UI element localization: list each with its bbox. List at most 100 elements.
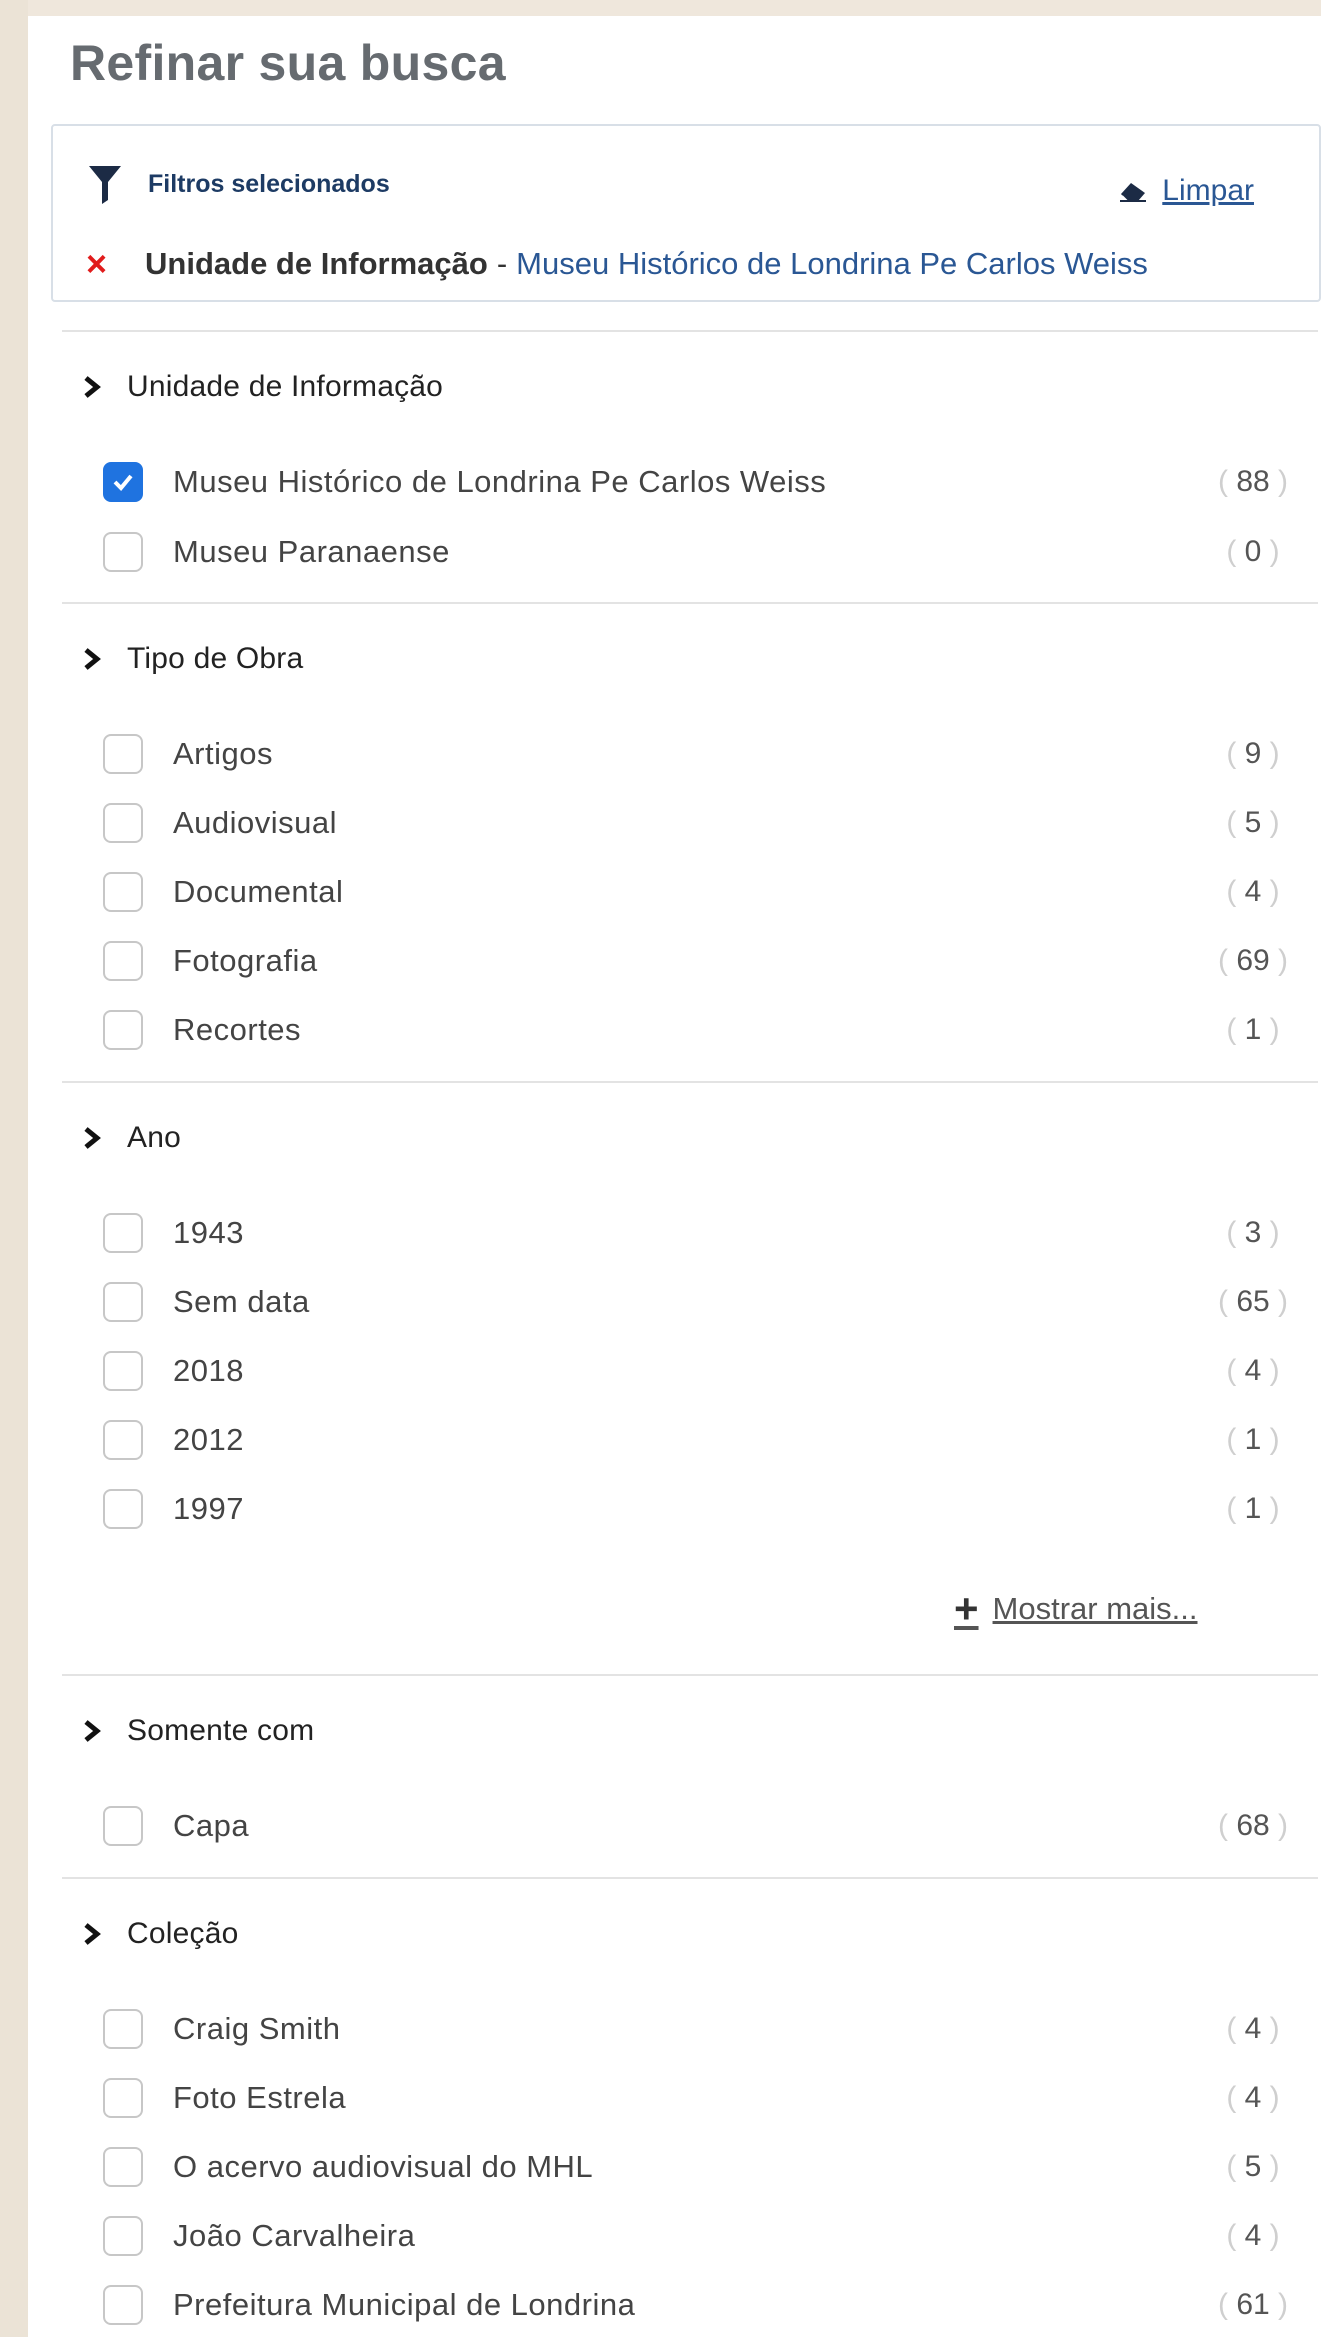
option-label: Foto Estrela	[173, 2080, 347, 2115]
facet-option[interactable]: O acervo audiovisual do MHL ( 5 )	[103, 2145, 1293, 2189]
checkbox[interactable]	[103, 2147, 143, 2187]
top-strip	[0, 0, 1321, 16]
facet-option[interactable]: Audiovisual ( 5 )	[103, 801, 1293, 845]
option-count: ( 5 )	[1226, 806, 1280, 839]
option-count: ( 4 )	[1226, 2219, 1280, 2252]
facet-option[interactable]: Prefeitura Municipal de Londrina ( 61 )	[103, 2283, 1293, 2327]
checkbox[interactable]	[103, 1806, 143, 1846]
option-label: Fotografia	[173, 943, 318, 978]
option-label: Artigos	[173, 736, 273, 771]
facet-option[interactable]: 1943 ( 3 )	[103, 1211, 1293, 1255]
chevron-right-icon	[84, 376, 101, 398]
chevron-right-icon	[84, 1127, 101, 1149]
option-count: ( 4 )	[1226, 2081, 1280, 2114]
checkbox[interactable]	[103, 532, 143, 572]
option-count: ( 68 )	[1217, 1809, 1289, 1842]
option-count: ( 69 )	[1217, 944, 1289, 977]
option-label: Craig Smith	[173, 2011, 341, 2046]
facet-option[interactable]: Fotografia ( 69 )	[103, 939, 1293, 983]
facet-header-tipo[interactable]: Tipo de Obra	[83, 642, 303, 676]
option-label: 2018	[173, 1353, 244, 1388]
divider	[62, 1877, 1318, 1879]
facet-option[interactable]: 2018 ( 4 )	[103, 1349, 1293, 1393]
chevron-right-icon	[84, 1923, 101, 1945]
facet-option[interactable]: Foto Estrela ( 4 )	[103, 2076, 1293, 2120]
facet-title: Somente com	[127, 1714, 315, 1747]
facet-option[interactable]: Artigos ( 9 )	[103, 732, 1293, 776]
chip-separator: -	[496, 246, 508, 281]
checkbox[interactable]	[103, 734, 143, 774]
show-more-link[interactable]: + Mostrar mais...	[954, 1588, 1198, 1630]
plus-icon: +	[954, 1585, 979, 1632]
facet-option[interactable]: Capa ( 68 )	[103, 1804, 1293, 1848]
facet-option[interactable]: Documental ( 4 )	[103, 870, 1293, 914]
option-label: João Carvalheira	[173, 2218, 416, 2253]
funnel-icon	[89, 166, 121, 204]
option-label: Documental	[173, 874, 344, 909]
option-count: ( 61 )	[1217, 2288, 1289, 2321]
facet-header-unidade[interactable]: Unidade de Informação	[83, 370, 443, 404]
selected-filters-header: Filtros selecionados	[88, 164, 390, 204]
checkbox[interactable]	[103, 1010, 143, 1050]
option-label: Capa	[173, 1808, 250, 1843]
option-count: ( 1 )	[1226, 1013, 1280, 1046]
facet-option[interactable]: Recortes ( 1 )	[103, 1008, 1293, 1052]
show-more-label: Mostrar mais...	[992, 1591, 1198, 1626]
option-label: Museu Paranaense	[173, 534, 450, 569]
option-label: 1997	[173, 1491, 244, 1526]
facet-option[interactable]: Museu Histórico de Londrina Pe Carlos We…	[103, 460, 1293, 504]
facet-option[interactable]: Sem data ( 65 )	[103, 1280, 1293, 1324]
divider	[62, 1081, 1318, 1083]
option-label: 1943	[173, 1215, 244, 1250]
facet-title: Ano	[127, 1121, 181, 1154]
option-label: Prefeitura Municipal de Londrina	[173, 2287, 636, 2322]
checkbox[interactable]	[103, 941, 143, 981]
option-count: ( 4 )	[1226, 1354, 1280, 1387]
checkbox[interactable]	[103, 1351, 143, 1391]
divider	[62, 1674, 1318, 1676]
facet-option[interactable]: João Carvalheira ( 4 )	[103, 2214, 1293, 2258]
option-count: ( 1 )	[1226, 1423, 1280, 1456]
clear-filters-link[interactable]: Limpar	[1118, 174, 1254, 208]
facet-title: Tipo de Obra	[127, 642, 304, 675]
option-count: ( 65 )	[1217, 1285, 1289, 1318]
checkbox-checked[interactable]	[103, 462, 143, 502]
checkmark-icon	[113, 474, 133, 491]
chevron-right-icon	[84, 1720, 101, 1742]
checkbox[interactable]	[103, 1282, 143, 1322]
option-count: ( 5 )	[1226, 2150, 1280, 2183]
facet-option[interactable]: Craig Smith ( 4 )	[103, 2007, 1293, 2051]
checkbox[interactable]	[103, 803, 143, 843]
option-label: Sem data	[173, 1284, 310, 1319]
facet-option[interactable]: Museu Paranaense ( 0 )	[103, 530, 1293, 574]
remove-filter-icon[interactable]: ×	[86, 246, 107, 282]
checkbox[interactable]	[103, 1489, 143, 1529]
option-label: O acervo audiovisual do MHL	[173, 2149, 594, 2184]
facet-header-ano[interactable]: Ano	[83, 1121, 181, 1155]
checkbox[interactable]	[103, 2285, 143, 2325]
panel-title: Refinar sua busca	[70, 35, 506, 91]
chip-value[interactable]: Museu Histórico de Londrina Pe Carlos We…	[516, 246, 1148, 282]
facet-header-colecao[interactable]: Coleção	[83, 1917, 238, 1951]
chip-label: Unidade de Informação	[145, 246, 488, 281]
checkbox[interactable]	[103, 2216, 143, 2256]
facet-title: Coleção	[127, 1917, 239, 1950]
checkbox[interactable]	[103, 2078, 143, 2118]
option-label: 2012	[173, 1422, 244, 1457]
checkbox[interactable]	[103, 1213, 143, 1253]
option-count: ( 1 )	[1226, 1492, 1280, 1525]
checkbox[interactable]	[103, 1420, 143, 1460]
option-label: Audiovisual	[173, 805, 338, 840]
option-label: Museu Histórico de Londrina Pe Carlos We…	[173, 464, 827, 499]
chevron-right-icon	[84, 648, 101, 670]
checkbox[interactable]	[103, 2009, 143, 2049]
selected-filter-chip: × Unidade de Informação - Museu Históric…	[86, 246, 1148, 282]
facet-option[interactable]: 1997 ( 1 )	[103, 1487, 1293, 1531]
checkbox[interactable]	[103, 872, 143, 912]
facet-header-somente[interactable]: Somente com	[83, 1714, 314, 1748]
option-count: ( 0 )	[1226, 535, 1280, 568]
facet-option[interactable]: 2012 ( 1 )	[103, 1418, 1293, 1462]
selected-filters-label: Filtros selecionados	[148, 169, 390, 198]
clear-filters-label: Limpar	[1162, 174, 1254, 207]
divider	[62, 602, 1318, 604]
